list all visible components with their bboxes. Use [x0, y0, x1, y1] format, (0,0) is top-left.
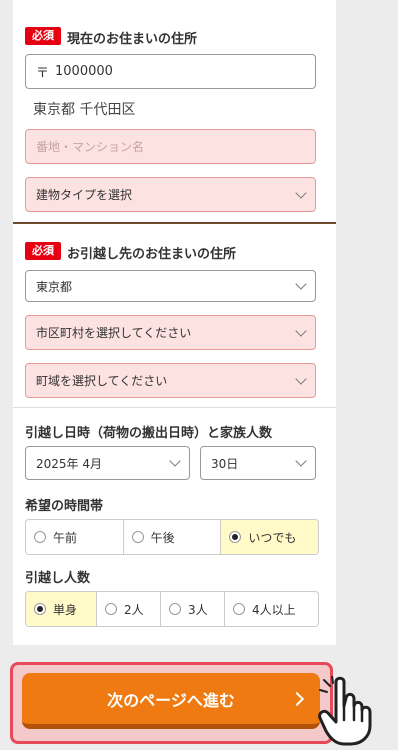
- building-type-select[interactable]: 建物タイプを選択: [25, 177, 316, 212]
- time-slot-option-anytime[interactable]: いつでも: [220, 520, 318, 554]
- radio-icon: [105, 603, 117, 615]
- resolved-address: 東京都 千代田区: [33, 102, 136, 118]
- chevron-down-icon: [295, 372, 307, 385]
- section-divider: [13, 407, 336, 408]
- people-option-single[interactable]: 単身: [26, 592, 96, 626]
- street-address-input[interactable]: 番地・マンション名: [25, 129, 316, 164]
- building-type-value: 建物タイプを選択: [36, 188, 133, 202]
- day-select[interactable]: 30日: [200, 446, 316, 480]
- month-value: 2025年 4月: [36, 456, 102, 471]
- time-slot-option-afternoon[interactable]: 午後: [122, 520, 221, 554]
- radio-icon: [233, 603, 245, 615]
- prefecture-select[interactable]: 東京都: [25, 270, 316, 302]
- people-group: 単身 2人 3人 4人以上: [25, 591, 319, 627]
- area-value: 町域を選択してください: [36, 374, 168, 388]
- people-option-2[interactable]: 2人: [96, 592, 160, 626]
- chevron-down-icon: [295, 455, 307, 467]
- required-badge: 必須: [25, 242, 61, 260]
- area-select[interactable]: 町域を選択してください: [25, 363, 316, 398]
- prefecture-value: 東京都: [36, 279, 73, 294]
- time-slot-title: 希望の時間帯: [25, 499, 104, 514]
- people-option-4plus[interactable]: 4人以上: [224, 592, 318, 626]
- chevron-right-icon: [289, 691, 305, 706]
- postal-code-value: 1000000: [55, 64, 113, 79]
- next-page-label: 次のページへ進む: [107, 690, 235, 710]
- radio-icon: [34, 531, 46, 543]
- current-address-title: 現在のお住まいの住所: [67, 32, 198, 47]
- day-value: 30日: [211, 456, 239, 471]
- form-card: 必須 現在のお住まいの住所 〒 1000000 東京都 千代田区 番地・マンショ…: [13, 0, 336, 645]
- chevron-down-icon: [169, 455, 181, 467]
- required-badge: 必須: [25, 27, 61, 45]
- month-select[interactable]: 2025年 4月: [25, 446, 190, 480]
- radio-selected-icon: [229, 531, 242, 543]
- next-page-button[interactable]: 次のページへ進む: [22, 673, 320, 729]
- people-title: 引越し人数: [25, 571, 91, 586]
- time-slot-group: 午前 午後 いつでも: [25, 519, 319, 555]
- street-address-placeholder: 番地・マンション名: [36, 140, 145, 154]
- chevron-down-icon: [295, 278, 307, 290]
- time-slot-option-morning[interactable]: 午前: [26, 520, 123, 554]
- chevron-down-icon: [295, 324, 307, 337]
- chevron-down-icon: [295, 186, 307, 199]
- people-option-3[interactable]: 3人: [160, 592, 224, 626]
- new-address-title: お引越し先のお住まいの住所: [67, 247, 237, 262]
- section-divider: [13, 222, 336, 224]
- radio-icon: [131, 531, 144, 543]
- city-select[interactable]: 市区町村を選択してください: [25, 315, 316, 350]
- schedule-title: 引越し日時（荷物の搬出日時）と家族人数: [25, 426, 273, 441]
- radio-icon: [169, 603, 181, 615]
- postal-mark-icon: 〒: [36, 66, 50, 81]
- radio-selected-icon: [34, 603, 46, 615]
- city-value: 市区町村を選択してください: [36, 326, 192, 340]
- pointing-hand-icon: [318, 676, 372, 746]
- postal-code-input[interactable]: 〒 1000000: [25, 54, 316, 89]
